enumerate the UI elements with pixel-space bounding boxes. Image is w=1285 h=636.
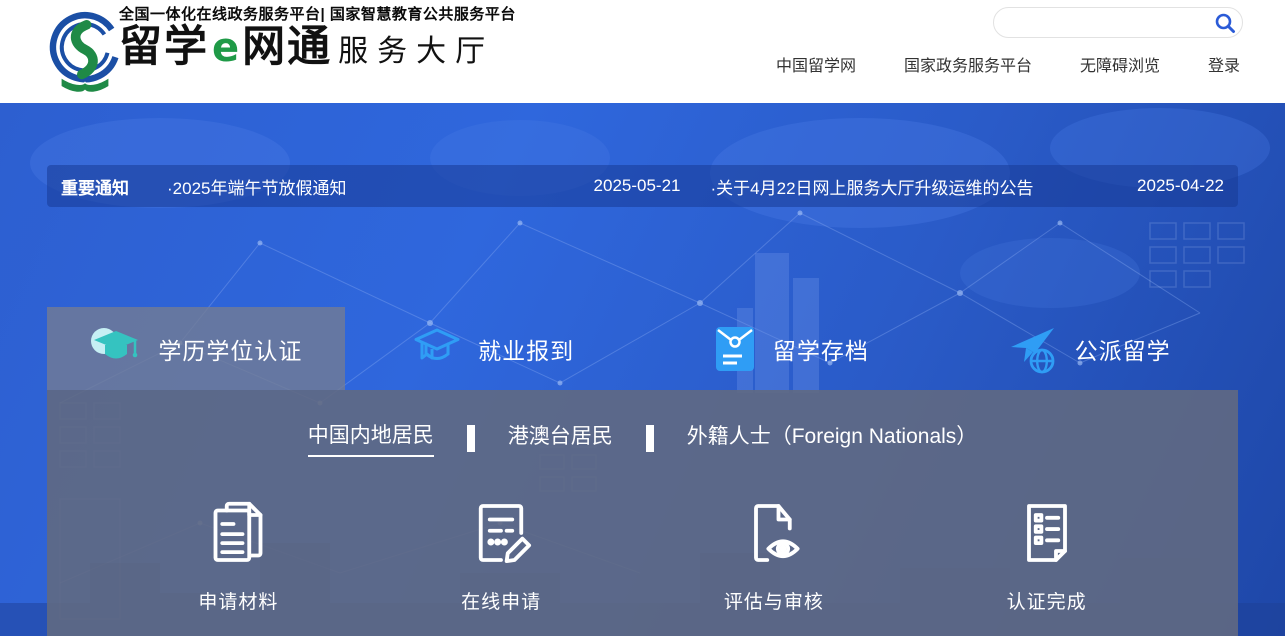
graduation-cap-icon — [89, 326, 141, 372]
step-review[interactable]: 评估与审核 — [724, 497, 824, 614]
step-certification-complete[interactable]: 认证完成 — [1007, 497, 1087, 614]
subtab-divider — [467, 425, 475, 452]
process-steps: 申请材料 在线申请 — [47, 457, 1238, 614]
subtab-divider — [646, 425, 654, 452]
certification-complete-icon — [1011, 497, 1083, 569]
platform-slogan: 全国一体化在线政务服务平台| 国家智慧教育公共服务平台 — [119, 3, 516, 24]
tab-label: 就业报到 — [478, 332, 574, 366]
notice-item[interactable]: ·关于4月22日网上服务大厅升级运维的公告 2025-04-22 — [711, 174, 1225, 199]
notice-title[interactable]: ·关于4月22日网上服务大厅升级运维的公告 — [711, 174, 1034, 199]
title-wangtong: 网通 — [242, 25, 332, 70]
archive-envelope-icon — [714, 325, 756, 373]
nav-china-study-abroad[interactable]: 中国留学网 — [776, 52, 856, 76]
notice-date: 2025-04-22 — [1137, 176, 1224, 196]
nav-accessibility[interactable]: 无障碍浏览 — [1080, 52, 1160, 76]
resident-subtabs: 中国内地居民 港澳台居民 外籍人士（Foreign Nationals） — [47, 390, 1238, 457]
tab-label: 公派留学 — [1075, 332, 1171, 366]
service-tabs: 学历学位认证 就业报到 留学存档 — [47, 307, 1238, 390]
notice-bar: 重要通知 ·2025年端午节放假通知 2025-05-21 ·关于4月22日网上… — [47, 165, 1238, 207]
plane-globe-icon — [1008, 324, 1058, 374]
search-button[interactable] — [1208, 8, 1242, 37]
brand-block: 全国一体化在线政务服务平台| 国家智慧教育公共服务平台 留学 e 网通 服务大厅 — [119, 3, 516, 71]
step-label: 在线申请 — [461, 587, 541, 614]
notice-date: 2025-05-21 — [594, 176, 681, 196]
notice-label: 重要通知 — [61, 174, 167, 199]
step-label: 申请材料 — [198, 587, 278, 614]
site-title: 留学 e 网通 服务大厅 — [119, 25, 516, 71]
study-abroad-service-portal: 全国一体化在线政务服务平台| 国家智慧教育公共服务平台 留学 e 网通 服务大厅… — [0, 0, 1285, 636]
title-e: e — [209, 25, 242, 71]
subtab-foreign-nationals[interactable]: 外籍人士（Foreign Nationals） — [687, 420, 978, 456]
step-label: 评估与审核 — [724, 587, 824, 614]
search-box — [993, 7, 1243, 38]
employment-cap-icon — [413, 326, 461, 372]
subtab-mainland-residents[interactable]: 中国内地居民 — [308, 419, 434, 457]
title-service-hall: 服务大厅 — [332, 26, 494, 70]
tab-label: 留学存档 — [773, 332, 869, 366]
top-navigation: 中国留学网 国家政务服务平台 无障碍浏览 登录 — [776, 52, 1240, 76]
step-online-application[interactable]: 在线申请 — [461, 497, 541, 614]
search-input[interactable] — [994, 8, 1208, 37]
header: 全国一体化在线政务服务平台| 国家智慧教育公共服务平台 留学 e 网通 服务大厅… — [0, 0, 1285, 103]
notice-title[interactable]: ·2025年端午节放假通知 — [167, 174, 346, 199]
review-eye-icon — [738, 497, 810, 569]
nav-national-gov-platform[interactable]: 国家政务服务平台 — [904, 52, 1032, 76]
notice-item[interactable]: ·2025年端午节放假通知 2025-05-21 — [167, 174, 681, 199]
tab-government-sponsored-study[interactable]: 公派留学 — [940, 307, 1238, 390]
nav-login[interactable]: 登录 — [1208, 52, 1240, 76]
application-materials-icon — [202, 497, 274, 569]
subtab-hk-macao-taiwan-residents[interactable]: 港澳台居民 — [508, 420, 613, 456]
step-label: 认证完成 — [1007, 587, 1087, 614]
title-liuxue: 留学 — [119, 25, 209, 70]
tab-employment-registration[interactable]: 就业报到 — [345, 307, 643, 390]
online-application-icon — [465, 497, 537, 569]
tab-degree-certification[interactable]: 学历学位认证 — [47, 307, 345, 390]
tab-study-abroad-archive[interactable]: 留学存档 — [643, 307, 941, 390]
tab-label: 学历学位认证 — [158, 332, 302, 366]
certification-panel: 中国内地居民 港澳台居民 外籍人士（Foreign Nationals） — [47, 390, 1238, 636]
search-icon — [1214, 12, 1236, 34]
hero-banner: 重要通知 ·2025年端午节放假通知 2025-05-21 ·关于4月22日网上… — [0, 103, 1285, 636]
step-application-materials[interactable]: 申请材料 — [198, 497, 278, 614]
cscse-logo-icon — [45, 6, 125, 98]
